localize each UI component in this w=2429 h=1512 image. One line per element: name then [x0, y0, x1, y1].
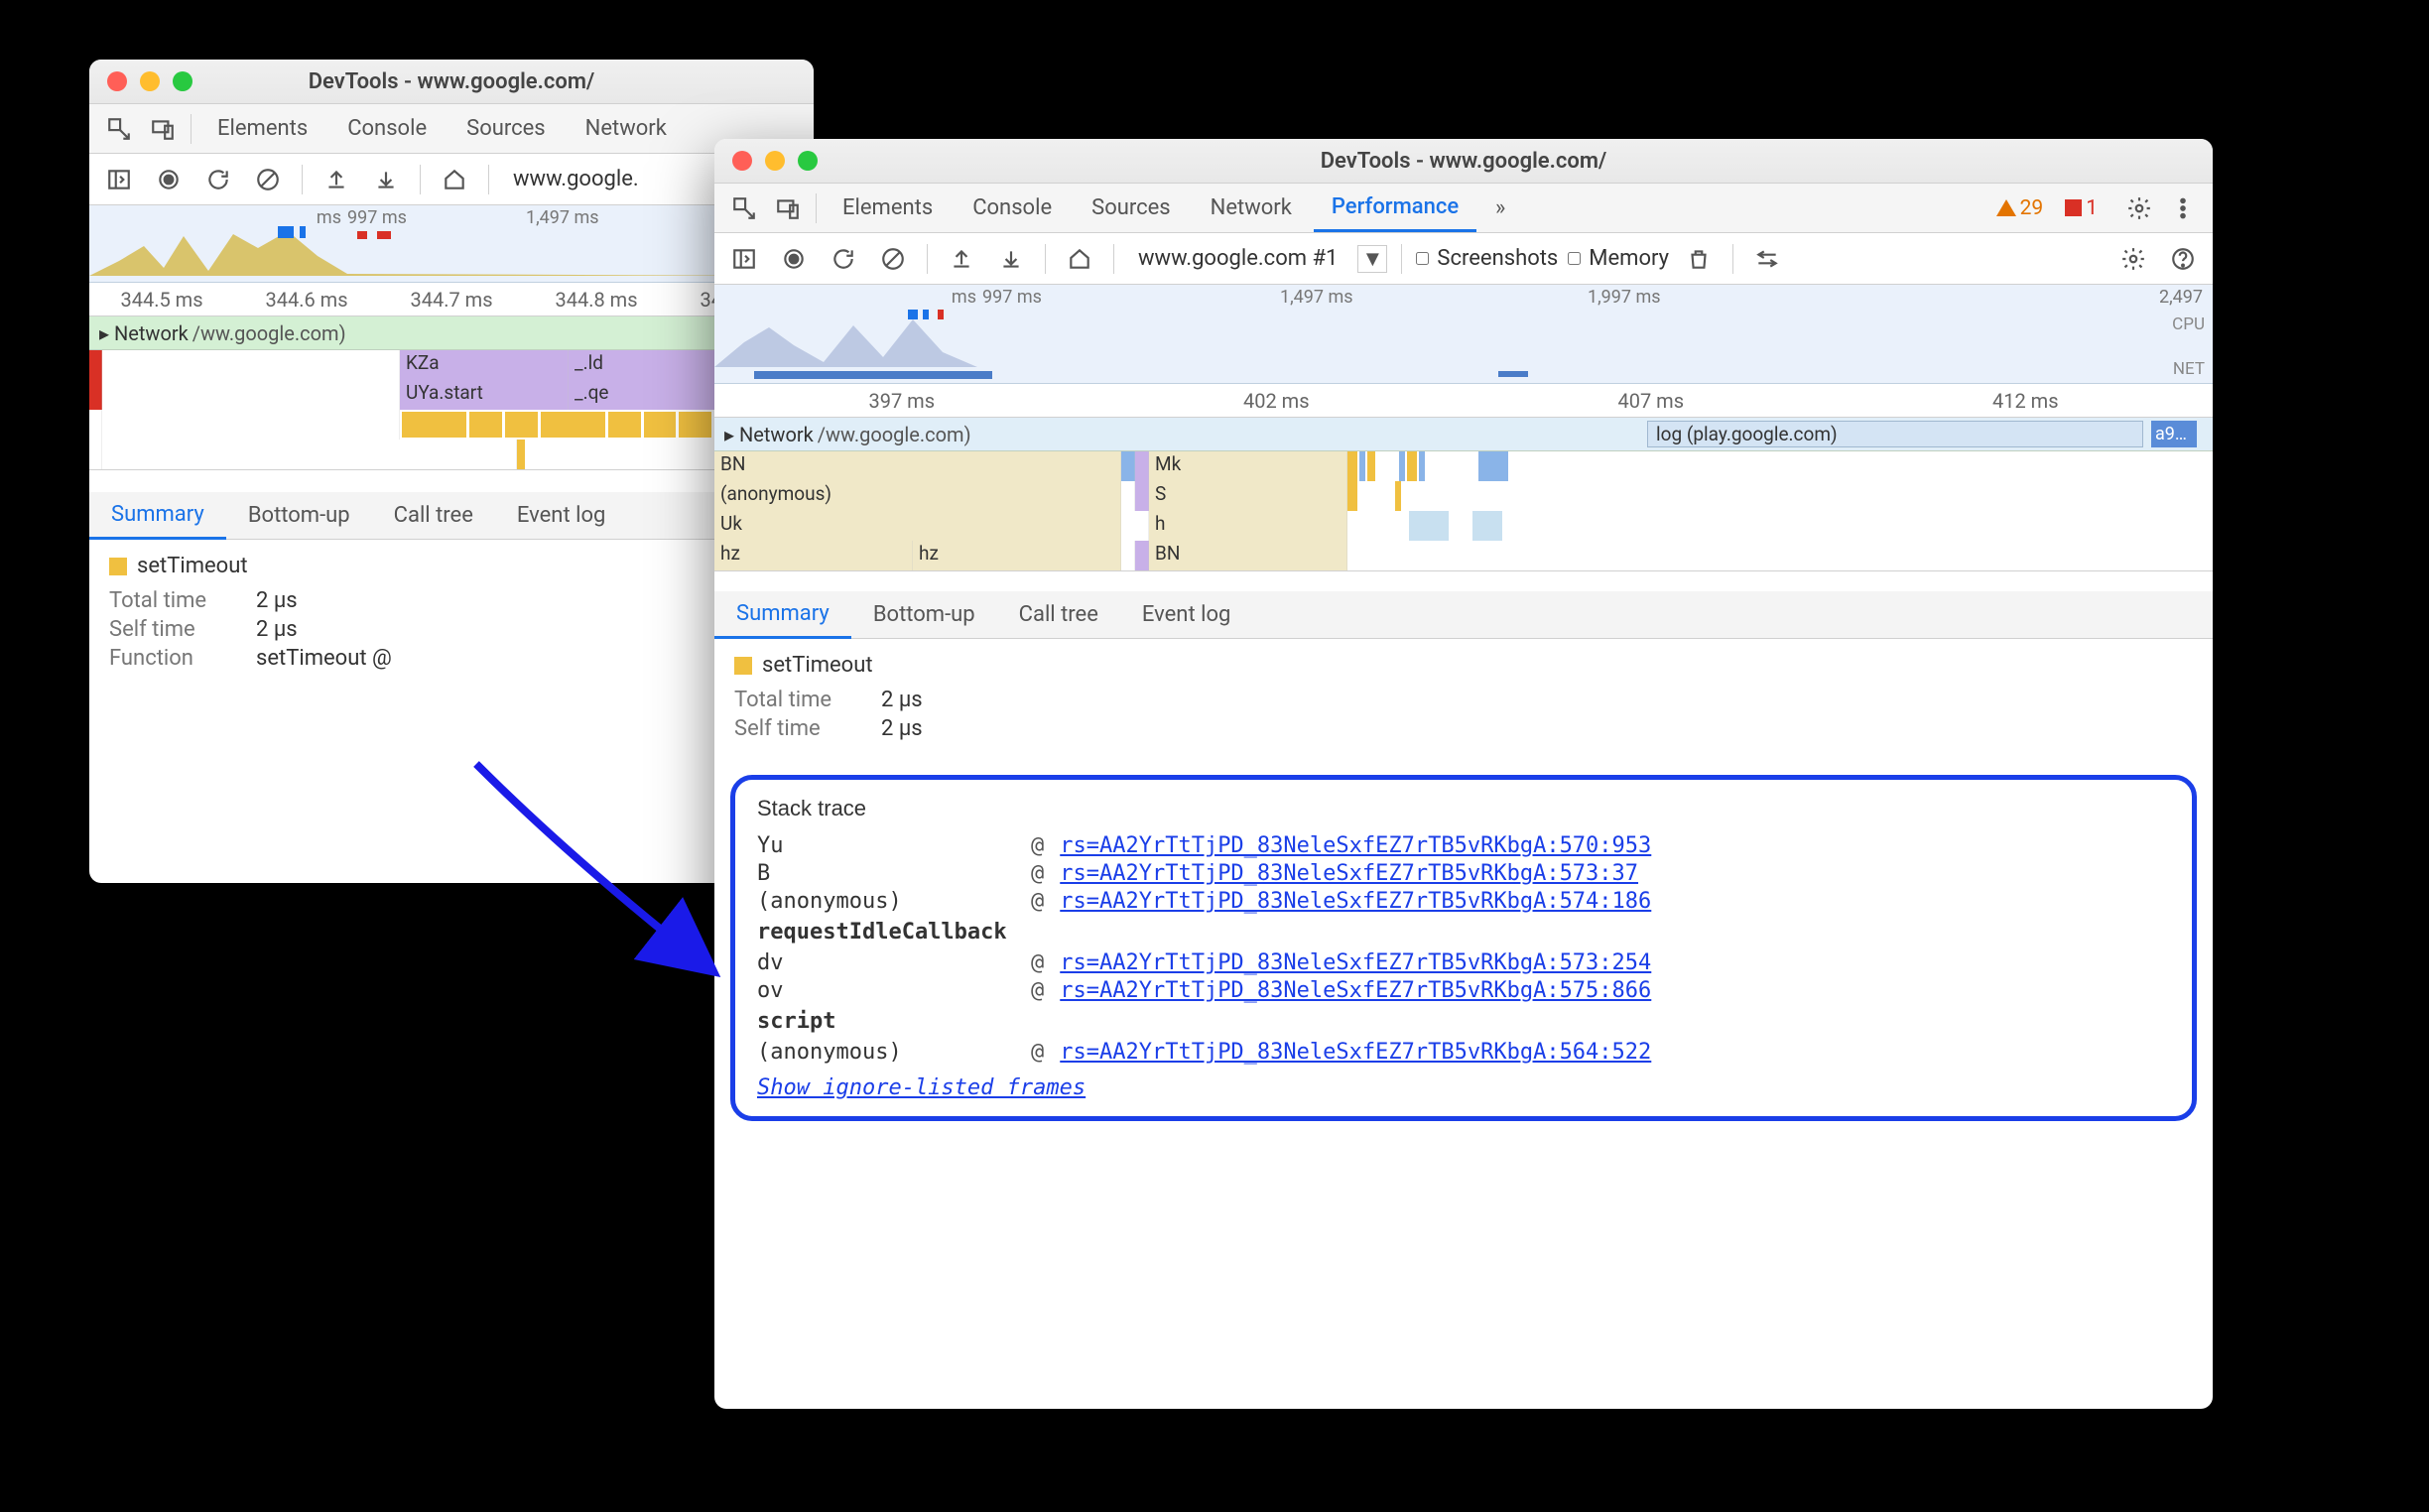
- stack-frame: B@rs=AA2YrTtTjPD_83NeleSxfEZ7rTB5vRKbgA:…: [757, 861, 2170, 886]
- panel-tabs: Elements Console Sources Network Perform…: [714, 184, 2213, 233]
- shortcuts-icon[interactable]: [1747, 239, 1787, 279]
- devtools-window-new: DevTools - www.google.com/ Elements Cons…: [714, 139, 2213, 1409]
- window-title: DevTools - www.google.com/: [714, 149, 2213, 174]
- stack-trace-box: Stack trace Yu@rs=AA2YrTtTjPD_83NeleSxfE…: [730, 775, 2197, 1121]
- source-link[interactable]: rs=AA2YrTtTjPD_83NeleSxfEZ7rTB5vRKbgA:57…: [1060, 833, 1651, 858]
- perf-toolbar: www.google.: [89, 154, 814, 205]
- cpu-wave: [89, 226, 814, 276]
- tab-network[interactable]: Network: [568, 106, 667, 151]
- record-icon[interactable]: [774, 239, 814, 279]
- record-icon[interactable]: [149, 160, 189, 199]
- source-link[interactable]: rs=AA2YrTtTjPD_83NeleSxfEZ7rTB5vRKbgA:57…: [1060, 978, 1651, 1003]
- settings-icon[interactable]: [2113, 239, 2153, 279]
- tab-performance[interactable]: Performance: [1314, 185, 1476, 232]
- stack-group: requestIdleCallback: [757, 920, 2170, 945]
- timeline-overview[interactable]: ms 997 ms 1,497 ms: [89, 205, 814, 283]
- reload-icon[interactable]: [198, 160, 238, 199]
- stack-group: script: [757, 1009, 2170, 1034]
- clear-icon[interactable]: [248, 160, 288, 199]
- time-ruler: 397 ms 402 ms 407 ms 412 ms: [714, 384, 2213, 418]
- window-title: DevTools - www.google.com/: [89, 69, 814, 94]
- tab-summary[interactable]: Summary: [714, 591, 851, 639]
- flame-chart[interactable]: KZa _.ld UYa.start _.qe: [89, 350, 814, 470]
- stack-frame: dv@rs=AA2YrTtTjPD_83NeleSxfEZ7rTB5vRKbgA…: [757, 950, 2170, 975]
- inspect-icon[interactable]: [724, 189, 764, 228]
- stack-frame: (anonymous)@rs=AA2YrTtTjPD_83NeleSxfEZ7r…: [757, 889, 2170, 914]
- source-link[interactable]: rs=AA2YrTtTjPD_83NeleSxfEZ7rTB5vRKbgA:56…: [1060, 1040, 1651, 1065]
- tab-sources[interactable]: Sources: [448, 106, 564, 151]
- tab-eventlog[interactable]: Event log: [1120, 592, 1252, 637]
- summary-detail: setTimeout Total time2 μs Self time2 μs: [714, 639, 2213, 759]
- tab-summary[interactable]: Summary: [89, 492, 226, 540]
- annotation-arrow: [456, 744, 754, 1002]
- settings-icon[interactable]: [2119, 189, 2159, 228]
- summary-detail: setTimeout Total time2 μs Self time2 μs …: [89, 540, 814, 689]
- device-icon[interactable]: [768, 189, 808, 228]
- source-link[interactable]: rs=AA2YrTtTjPD_83NeleSxfEZ7rTB5vRKbgA:57…: [1060, 861, 1638, 886]
- event-name: setTimeout: [762, 653, 873, 678]
- device-icon[interactable]: [143, 109, 183, 149]
- tab-network[interactable]: Network: [1193, 186, 1310, 230]
- titlebar: DevTools - www.google.com/: [714, 139, 2213, 184]
- reload-icon[interactable]: [824, 239, 863, 279]
- toggle-sidebar-icon[interactable]: [99, 160, 139, 199]
- warnings-badge[interactable]: 29: [1996, 196, 2044, 220]
- time-ruler: 344.5 ms 344.6 ms 344.7 ms 344.8 ms 344.…: [89, 283, 814, 316]
- stack-frame: ov@rs=AA2YrTtTjPD_83NeleSxfEZ7rTB5vRKbgA…: [757, 978, 2170, 1003]
- tab-elements[interactable]: Elements: [199, 106, 325, 151]
- warning-icon: [1996, 199, 2016, 216]
- event-name: setTimeout: [137, 554, 248, 578]
- error-icon: [2065, 199, 2082, 216]
- cpu-wave: [714, 308, 2213, 367]
- source-link[interactable]: rs=AA2YrTtTjPD_83NeleSxfEZ7rTB5vRKbgA:57…: [1060, 950, 1651, 975]
- source-link[interactable]: rs=AA2YrTtTjPD_83NeleSxfEZ7rTB5vRKbgA:57…: [1060, 889, 1651, 914]
- flame-chart[interactable]: BN Mk (anonymous) S Uk h: [714, 451, 2213, 571]
- clear-icon[interactable]: [873, 239, 913, 279]
- event-color-icon: [734, 657, 752, 675]
- stack-frame: Yu@rs=AA2YrTtTjPD_83NeleSxfEZ7rTB5vRKbgA…: [757, 833, 2170, 858]
- detail-tabs: Summary Bottom-up Call tree Event log: [89, 492, 814, 540]
- detail-tabs: Summary Bottom-up Call tree Event log: [714, 591, 2213, 639]
- gc-icon[interactable]: [1679, 239, 1719, 279]
- tab-bottomup[interactable]: Bottom-up: [851, 592, 997, 637]
- errors-badge[interactable]: 1: [2065, 196, 2098, 220]
- timeline-overview[interactable]: ms 997 ms 1,497 ms 1,997 ms 2,497 CPU NE…: [714, 285, 2213, 384]
- stack-frame: (anonymous)@rs=AA2YrTtTjPD_83NeleSxfEZ7r…: [757, 1040, 2170, 1065]
- home-icon[interactable]: [1060, 239, 1099, 279]
- tab-eventlog[interactable]: Event log: [495, 493, 627, 538]
- url-dropdown-icon[interactable]: ▼: [1357, 245, 1387, 273]
- tab-calltree[interactable]: Call tree: [997, 592, 1120, 637]
- inspect-icon[interactable]: [99, 109, 139, 149]
- network-request[interactable]: log (play.google.com): [1647, 421, 2143, 447]
- network-request-small[interactable]: a9…: [2151, 421, 2197, 447]
- stack-trace-heading: Stack trace: [757, 796, 2170, 821]
- network-track[interactable]: ▸ Network /ww.google.com) log (play.goog…: [714, 418, 2213, 451]
- show-ignore-listed-link[interactable]: Show ignore-listed frames: [757, 1075, 1086, 1100]
- more-tabs-icon[interactable]: »: [1480, 189, 1520, 228]
- tab-elements[interactable]: Elements: [825, 186, 951, 230]
- upload-icon[interactable]: [942, 239, 981, 279]
- page-url: www.google.: [503, 167, 649, 191]
- home-icon[interactable]: [435, 160, 474, 199]
- perf-toolbar: www.google.com #1 ▼ Screenshots Memory: [714, 233, 2213, 285]
- tab-bottomup[interactable]: Bottom-up: [226, 493, 372, 538]
- toggle-sidebar-icon[interactable]: [724, 239, 764, 279]
- help-icon[interactable]: [2163, 239, 2203, 279]
- page-url[interactable]: www.google.com #1: [1128, 246, 1347, 271]
- network-track[interactable]: ▸ Network /ww.google.com): [89, 316, 814, 350]
- tab-console[interactable]: Console: [329, 106, 445, 151]
- kebab-icon[interactable]: [2163, 189, 2203, 228]
- tab-sources[interactable]: Sources: [1074, 186, 1189, 230]
- tab-calltree[interactable]: Call tree: [372, 493, 495, 538]
- memory-checkbox[interactable]: Memory: [1568, 246, 1669, 271]
- download-icon[interactable]: [366, 160, 406, 199]
- download-icon[interactable]: [991, 239, 1031, 279]
- upload-icon[interactable]: [317, 160, 356, 199]
- tab-console[interactable]: Console: [955, 186, 1070, 230]
- panel-tabs: Elements Console Sources Network: [89, 104, 814, 154]
- screenshots-checkbox[interactable]: Screenshots: [1416, 246, 1558, 271]
- event-color-icon: [109, 558, 127, 575]
- titlebar: DevTools - www.google.com/: [89, 60, 814, 104]
